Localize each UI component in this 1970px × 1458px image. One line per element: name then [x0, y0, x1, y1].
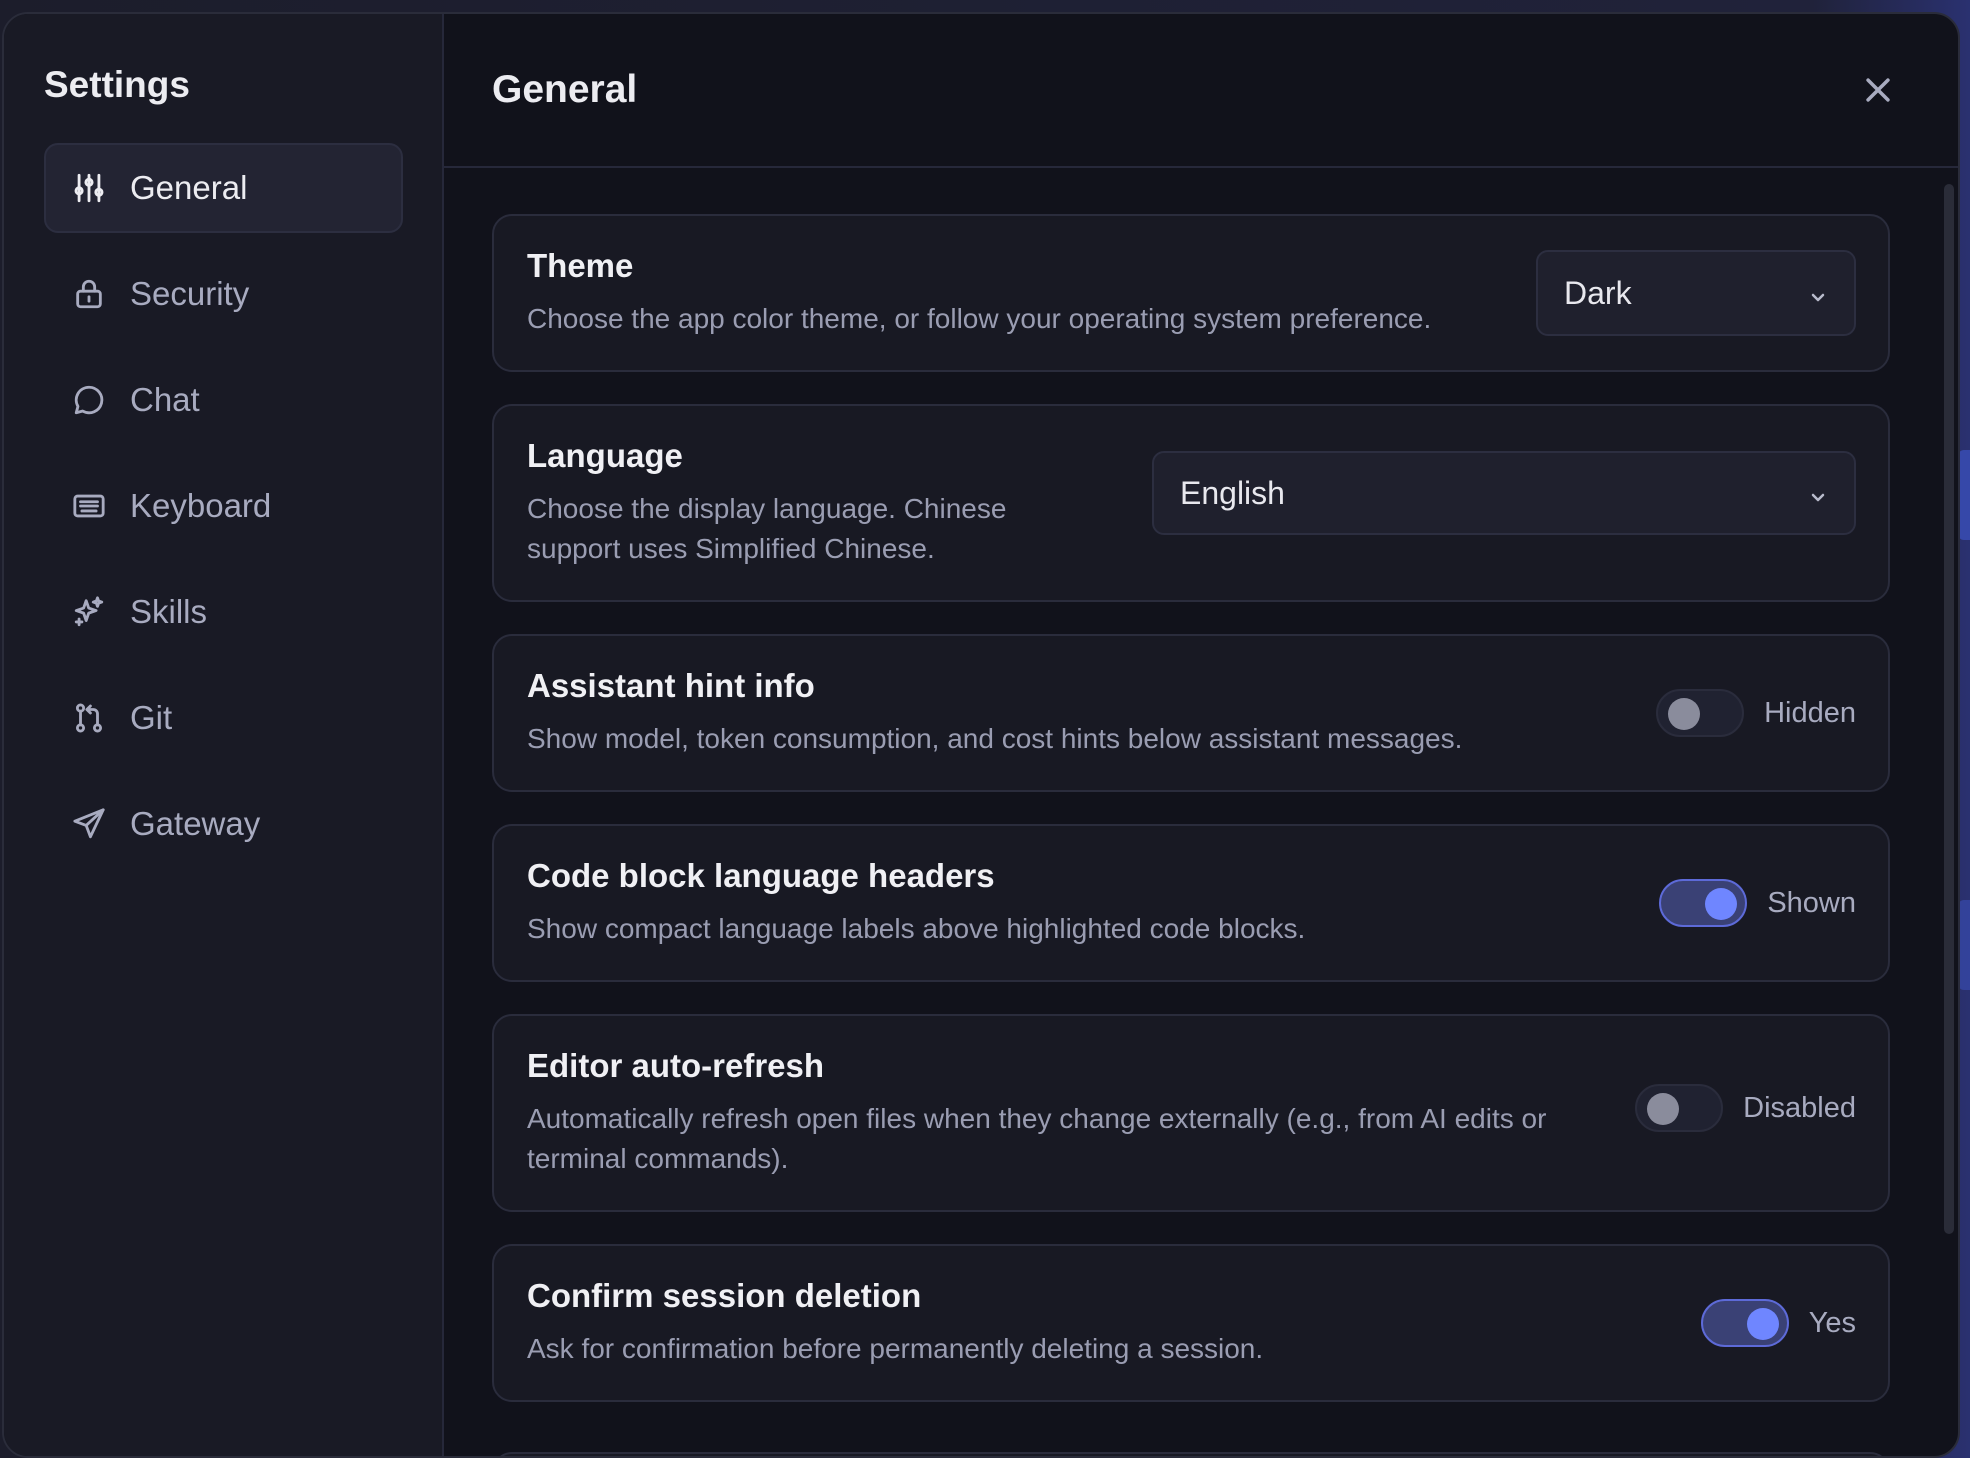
toggle-knob	[1705, 888, 1738, 920]
setting-description: Choose the display language. Chinese sup…	[527, 493, 1007, 564]
sliders-icon	[72, 171, 106, 205]
setting-title: Theme	[527, 247, 634, 284]
settings-main: General Theme Choose the app color theme…	[444, 14, 1958, 1456]
send-icon	[72, 807, 106, 841]
setting-description: Automatically refresh open files when th…	[527, 1103, 1547, 1174]
select-value: English	[1180, 474, 1285, 511]
setting-card-theme: Theme Choose the app color theme, or fol…	[492, 214, 1890, 372]
setting-description: Ask for confirmation before permanently …	[527, 1333, 1264, 1364]
close-icon	[1866, 78, 1890, 102]
toggle-state-label: Hidden	[1764, 696, 1856, 729]
language-select[interactable]: English	[1152, 451, 1856, 535]
toggle-state-label: Shown	[1767, 886, 1856, 919]
chevron-down-icon	[1811, 493, 1825, 502]
setting-title: Code block language headers	[527, 857, 995, 894]
lock-icon	[72, 277, 106, 311]
setting-card-confirm-delete: Confirm session deletion Ask for confirm…	[492, 1244, 1890, 1402]
sidebar-item-label: Keyboard	[130, 487, 272, 524]
settings-nav: General Security Chat Keyboard Skills Gi…	[44, 143, 403, 869]
toggle-state-label: Yes	[1808, 1306, 1856, 1339]
auto-refresh-toggle[interactable]	[1635, 1084, 1724, 1132]
setting-card-partial	[492, 1452, 1890, 1456]
scrollbar[interactable]	[1944, 184, 1954, 1234]
sidebar-item-general[interactable]: General	[44, 143, 403, 233]
sidebar-item-git[interactable]: Git	[44, 673, 403, 763]
close-button[interactable]	[1858, 70, 1898, 110]
setting-description: Show model, token consumption, and cost …	[527, 723, 1463, 754]
setting-title: Language	[527, 437, 683, 474]
sidebar-item-label: General	[130, 169, 248, 206]
setting-card-auto-refresh: Editor auto-refresh Automatically refres…	[492, 1014, 1890, 1212]
toggle-knob	[1647, 1093, 1680, 1125]
sidebar-item-label: Gateway	[130, 805, 261, 842]
setting-description: Show compact language labels above highl…	[527, 913, 1306, 944]
toggle-knob	[1746, 1308, 1779, 1340]
settings-sidebar: Settings General Security Chat Keyboard …	[4, 14, 444, 1456]
page-title: General	[492, 68, 638, 111]
select-value: Dark	[1564, 274, 1632, 311]
settings-list: Theme Choose the app color theme, or fol…	[492, 214, 1890, 1434]
setting-title: Confirm session deletion	[527, 1277, 922, 1314]
assistant-hint-toggle[interactable]	[1656, 689, 1745, 737]
settings-modal: Settings General Security Chat Keyboard …	[2, 12, 1960, 1458]
sidebar-title: Settings	[44, 64, 190, 105]
sidebar-item-skills[interactable]: Skills	[44, 567, 403, 657]
toggle-knob	[1668, 698, 1701, 730]
git-pull-request-icon	[72, 701, 106, 735]
setting-card-code-headers: Code block language headers Show compact…	[492, 824, 1890, 982]
setting-card-assistant-hint: Assistant hint info Show model, token co…	[492, 634, 1890, 792]
chevron-down-icon	[1811, 293, 1825, 302]
chat-bubble-icon	[72, 383, 106, 417]
code-headers-toggle[interactable]	[1659, 879, 1748, 927]
sidebar-item-label: Skills	[130, 593, 208, 630]
main-header: General	[444, 14, 1958, 168]
keyboard-icon	[72, 489, 106, 523]
sidebar-item-chat[interactable]: Chat	[44, 355, 403, 445]
sidebar-item-label: Chat	[130, 381, 200, 418]
setting-description: Choose the app color theme, or follow yo…	[527, 303, 1432, 334]
toggle-state-label: Disabled	[1743, 1091, 1856, 1124]
theme-select[interactable]: Dark	[1536, 250, 1856, 336]
setting-title: Editor auto-refresh	[527, 1047, 825, 1084]
sidebar-item-keyboard[interactable]: Keyboard	[44, 461, 403, 551]
sparkles-icon	[72, 595, 106, 629]
sidebar-item-label: Git	[130, 699, 173, 736]
confirm-delete-toggle[interactable]	[1700, 1299, 1789, 1347]
sidebar-item-security[interactable]: Security	[44, 249, 403, 339]
setting-card-language: Language Choose the display language. Ch…	[492, 404, 1890, 602]
sidebar-item-label: Security	[130, 275, 250, 312]
sidebar-item-gateway[interactable]: Gateway	[44, 779, 403, 869]
setting-title: Assistant hint info	[527, 667, 815, 704]
